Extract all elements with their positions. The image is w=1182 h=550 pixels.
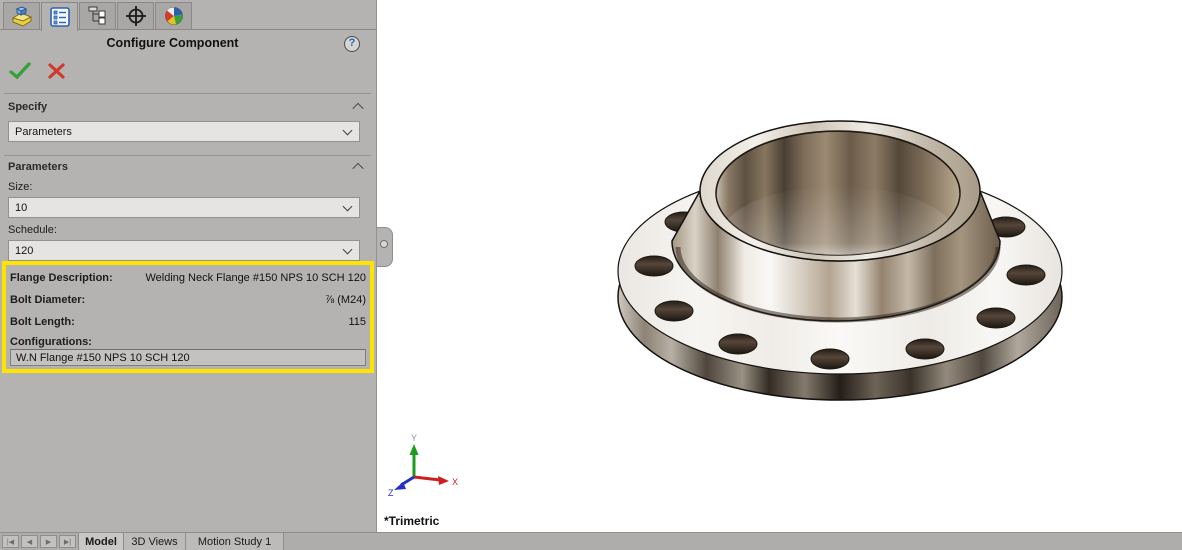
- size-label: Size:: [8, 181, 33, 193]
- panel-flyout-handle[interactable]: [377, 227, 393, 267]
- size-dropdown[interactable]: 10: [8, 197, 360, 218]
- tab-3d-views[interactable]: 3D Views: [124, 533, 186, 550]
- last-tab-button[interactable]: ▶|: [59, 535, 76, 548]
- chevron-down-icon: [342, 244, 353, 255]
- section-parameters[interactable]: Parameters: [8, 161, 366, 175]
- tab-nav-buttons: |◀ ◀ ▶ ▶|: [2, 535, 76, 548]
- tab-model[interactable]: Model: [78, 533, 124, 550]
- flange-description-row: Flange Description: Welding Neck Flange …: [10, 268, 366, 288]
- triad-y-label: Y: [411, 433, 417, 443]
- tab-configuration-manager[interactable]: [79, 2, 116, 29]
- page-title: Configure Component: [106, 36, 239, 50]
- tab-property-manager[interactable]: [41, 2, 78, 31]
- view-orientation-label: *Trimetric: [384, 514, 440, 528]
- divider: [4, 155, 371, 156]
- chevron-up-icon: [352, 162, 364, 175]
- help-button[interactable]: ?: [344, 36, 360, 52]
- chevron-down-icon: [342, 201, 353, 212]
- configuration-tree-icon: [88, 6, 105, 25]
- flange-model: [617, 120, 1063, 401]
- solidworks-window: { "colors": { "highlight": "#ffe400", "o…: [0, 0, 1182, 550]
- chevron-up-icon: [352, 102, 364, 115]
- section-specify-label: Specify: [8, 101, 48, 113]
- orientation-triad: Y X Z: [388, 433, 458, 498]
- configurations-input[interactable]: W.N Flange #150 NPS 10 SCH 120: [10, 349, 366, 366]
- highlight-box: Flange Description: Welding Neck Flange …: [2, 261, 374, 373]
- cancel-button[interactable]: [44, 60, 68, 82]
- bolt-diameter-label: Bolt Diameter:: [10, 294, 86, 306]
- schedule-dropdown[interactable]: 120: [8, 240, 360, 261]
- bolt-length-row: Bolt Length: 115: [10, 312, 366, 332]
- ok-button[interactable]: [8, 60, 32, 82]
- tab-dimxpert-manager[interactable]: [117, 2, 154, 29]
- tab-feature-manager[interactable]: [3, 2, 40, 29]
- section-specify[interactable]: Specify: [8, 101, 366, 115]
- target-icon: [125, 6, 146, 26]
- pin-circle-icon: [380, 240, 388, 248]
- check-icon: [9, 62, 31, 80]
- property-list-icon: [49, 7, 70, 27]
- triad-z-label: Z: [388, 488, 394, 498]
- chevron-down-icon: [342, 125, 353, 136]
- section-parameters-label: Parameters: [8, 161, 68, 173]
- next-tab-button[interactable]: ▶: [40, 535, 57, 548]
- bolt-diameter-value: ⅞ (M24): [325, 294, 366, 306]
- bolt-length-label: Bolt Length:: [10, 316, 75, 328]
- close-icon: [47, 63, 65, 79]
- flange-description-value: Welding Neck Flange #150 NPS 10 SCH 120: [145, 272, 366, 284]
- tab-display-manager[interactable]: [155, 2, 192, 29]
- tab-motion-study-1[interactable]: Motion Study 1: [186, 533, 284, 550]
- first-tab-button[interactable]: |◀: [2, 535, 19, 548]
- prev-tab-button[interactable]: ◀: [21, 535, 38, 548]
- configurations-label: Configurations:: [10, 336, 92, 348]
- schedule-label: Schedule:: [8, 224, 57, 236]
- property-manager-panel: Configure Component ? Specify Parameters…: [0, 0, 377, 532]
- size-dropdown-value: 10: [15, 201, 28, 214]
- specify-dropdown-value: Parameters: [15, 125, 72, 138]
- display-sphere-icon: [164, 7, 183, 25]
- triad-x-label: X: [452, 477, 458, 487]
- schedule-dropdown-value: 120: [15, 244, 34, 257]
- flange-render: Y X Z: [388, 120, 1063, 498]
- graphics-viewport[interactable]: Y X Z *Trimetric: [378, 0, 1182, 532]
- bolt-diameter-row: Bolt Diameter: ⅞ (M24): [10, 290, 366, 310]
- flange-description-label: Flange Description:: [10, 272, 113, 284]
- part-icon: [11, 6, 32, 27]
- bottom-tab-bar: |◀ ◀ ▶ ▶| Model 3D Views Motion Study 1: [0, 532, 1182, 550]
- divider: [4, 93, 371, 94]
- manager-tab-strip: [0, 0, 377, 31]
- bolt-length-value: 115: [348, 316, 366, 328]
- specify-dropdown[interactable]: Parameters: [8, 121, 360, 142]
